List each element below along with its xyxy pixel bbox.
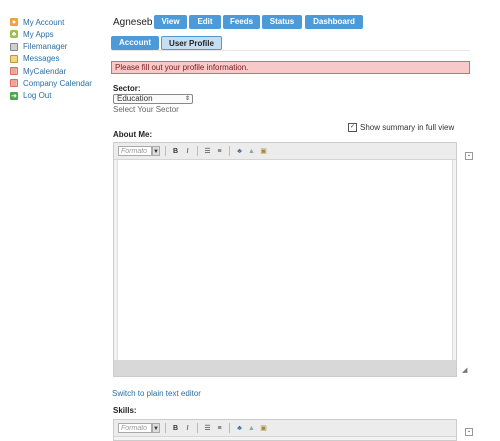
- toolbar-separator: [197, 423, 198, 433]
- tab-feeds[interactable]: Feeds: [223, 15, 260, 29]
- format-select[interactable]: Formato: [118, 146, 152, 156]
- about-me-editor: Formato ▼ B I ☰ ≡ ♣ ▲ ▣: [113, 142, 457, 377]
- show-summary-row[interactable]: ✓ Show summary in full view: [348, 123, 454, 132]
- link-icon[interactable]: ♣: [235, 147, 244, 156]
- bullet-list-icon[interactable]: ≡: [215, 424, 224, 433]
- sidebar-item-log-out[interactable]: ➜ Log Out: [10, 90, 105, 102]
- editor-toolbar: Formato ▼ B I ☰ ≡ ♣ ▲ ▣: [114, 420, 456, 437]
- subtab-divider: [111, 50, 470, 51]
- file-icon: [10, 42, 18, 51]
- user-name: Agneseb: [113, 17, 153, 28]
- sector-label: Sector:: [113, 84, 141, 93]
- tab-view[interactable]: View: [154, 15, 187, 29]
- toolbar-separator: [229, 146, 230, 156]
- unlink-icon[interactable]: ▲: [247, 147, 256, 156]
- italic-icon[interactable]: I: [183, 147, 192, 156]
- sidebar: ● My Account ♣ My Apps Filemanager Messa…: [10, 16, 105, 102]
- switch-plain-text-link[interactable]: Switch to plain text editor: [112, 389, 201, 398]
- bullet-list-icon[interactable]: ≡: [215, 147, 224, 156]
- sidebar-item-my-account[interactable]: ● My Account: [10, 16, 105, 28]
- sidebar-item-label: Company Calendar: [23, 78, 92, 88]
- tab-status[interactable]: Status: [262, 15, 302, 29]
- image-icon[interactable]: ▣: [259, 424, 268, 433]
- editor-footer: [114, 360, 456, 376]
- calendar-icon: ▤: [10, 79, 18, 88]
- subtab-user-profile[interactable]: User Profile: [161, 36, 222, 50]
- toolbar-separator: [197, 146, 198, 156]
- bold-icon[interactable]: B: [171, 147, 180, 156]
- sector-select[interactable]: Education ⇕: [113, 94, 193, 104]
- sidebar-item-filemanager[interactable]: Filemanager: [10, 41, 105, 53]
- select-arrows-icon: ⇕: [184, 96, 190, 102]
- toolbar-separator: [165, 423, 166, 433]
- sidebar-item-label: My Apps: [23, 29, 54, 39]
- sidebar-item-label: Filemanager: [23, 42, 68, 52]
- alert-message: Please fill out your profile information…: [111, 61, 470, 74]
- about-me-textarea[interactable]: [117, 160, 453, 360]
- subtab-account[interactable]: Account: [111, 36, 159, 50]
- account-icon: ●: [10, 18, 18, 26]
- expand-icon[interactable]: ▪: [465, 428, 473, 436]
- sidebar-item-label: Messages: [23, 54, 60, 64]
- format-select[interactable]: Formato: [118, 423, 152, 433]
- sidebar-item-company-calendar[interactable]: ▤ Company Calendar: [10, 77, 105, 89]
- show-summary-label: Show summary in full view: [360, 123, 455, 132]
- sector-value: Education: [117, 94, 153, 103]
- bold-icon[interactable]: B: [171, 424, 180, 433]
- link-icon[interactable]: ♣: [235, 424, 244, 433]
- sidebar-item-messages[interactable]: Messages: [10, 53, 105, 65]
- about-me-label: About Me:: [113, 130, 153, 139]
- sector-hint: Select Your Sector: [113, 105, 179, 114]
- editor-toolbar: Formato ▼ B I ☰ ≡ ♣ ▲ ▣: [114, 143, 456, 160]
- italic-icon[interactable]: I: [183, 424, 192, 433]
- tab-edit[interactable]: Edit: [189, 15, 221, 29]
- numbered-list-icon[interactable]: ☰: [203, 147, 212, 156]
- numbered-list-icon[interactable]: ☰: [203, 424, 212, 433]
- skills-editor: Formato ▼ B I ☰ ≡ ♣ ▲ ▣: [113, 419, 457, 441]
- format-dropdown-icon[interactable]: ▼: [152, 146, 160, 156]
- sidebar-item-label: Log Out: [23, 91, 52, 101]
- tab-dashboard[interactable]: Dashboard: [305, 15, 363, 29]
- sidebar-item-mycalendar[interactable]: ▤ MyCalendar: [10, 65, 105, 77]
- toolbar-separator: [229, 423, 230, 433]
- calendar-icon: ▤: [10, 67, 18, 76]
- toolbar-separator: [165, 146, 166, 156]
- expand-icon[interactable]: ▪: [465, 152, 473, 160]
- apps-icon: ♣: [10, 30, 18, 39]
- unlink-icon[interactable]: ▲: [247, 424, 256, 433]
- message-icon: [10, 54, 18, 63]
- sidebar-item-label: MyCalendar: [23, 66, 67, 76]
- format-dropdown-icon[interactable]: ▼: [152, 423, 160, 433]
- resize-handle-icon[interactable]: ◢: [462, 366, 467, 374]
- sidebar-item-label: My Account: [23, 17, 65, 27]
- sidebar-item-my-apps[interactable]: ♣ My Apps: [10, 28, 105, 40]
- skills-label: Skills:: [113, 406, 137, 415]
- show-summary-checkbox[interactable]: ✓: [348, 123, 357, 132]
- image-icon[interactable]: ▣: [259, 147, 268, 156]
- logout-icon: ➜: [10, 91, 18, 100]
